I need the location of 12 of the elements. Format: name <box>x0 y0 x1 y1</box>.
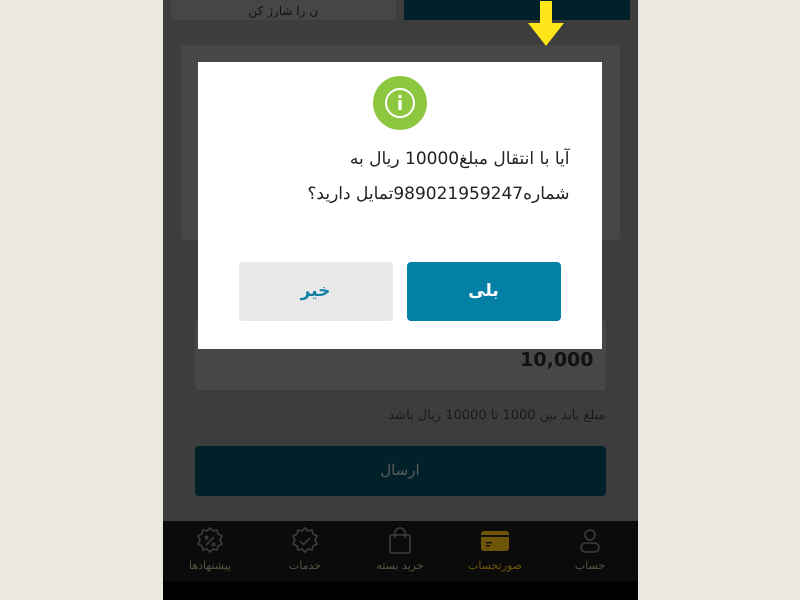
down-arrow-icon <box>526 1 564 47</box>
info-icon <box>372 76 426 130</box>
send-button[interactable]: ارسال <box>194 446 606 496</box>
dialog-message: آیا با انتقال مبلغ10000 ریال به شماره989021959247تمایل دارید؟ <box>306 147 570 206</box>
no-button[interactable]: خیر <box>238 262 392 321</box>
nav-item[interactable]: صورتحساب <box>455 526 535 575</box>
nav-item[interactable]: خدمات <box>265 526 345 575</box>
nav-item[interactable]: پیشنهادها <box>170 526 250 575</box>
tab[interactable] <box>404 0 630 20</box>
yes-button[interactable]: بلی <box>406 262 560 321</box>
nav-item[interactable]: حساب <box>550 526 630 575</box>
nav-item[interactable]: خرید بسته <box>360 526 440 575</box>
